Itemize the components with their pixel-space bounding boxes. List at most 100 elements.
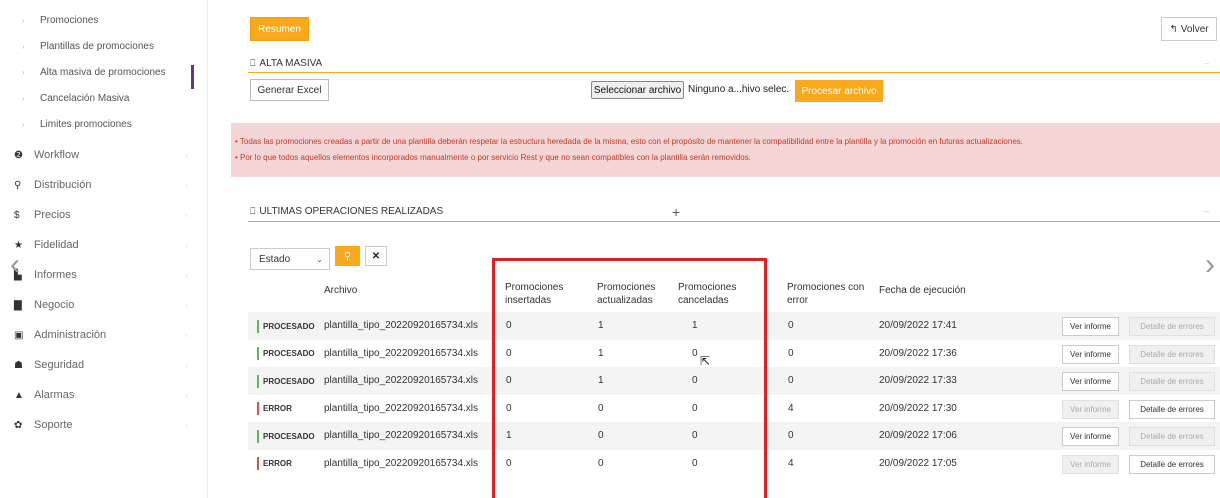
status-badge: ERROR	[257, 402, 292, 416]
sidebar-item-label: Workflow	[34, 149, 80, 161]
gear-icon: ✿	[14, 419, 23, 431]
chevron-left-icon: ‹	[185, 360, 188, 370]
chevron-right-icon: ›	[22, 15, 25, 25]
sidebar-item[interactable]: ▣ Administración ‹	[0, 320, 206, 350]
procesar-archivo-button[interactable]: Procesar archivo	[795, 80, 883, 102]
sidebar: › Promociones › Plantillas de promociones › A…	[0, 0, 208, 498]
search-button[interactable]: ⚲	[335, 246, 360, 266]
collapse-icon[interactable]: –	[1204, 58, 1209, 68]
sidebar-item[interactable]: ▲ Alarmas ‹	[0, 380, 206, 410]
status-label: PROCESADO	[263, 349, 315, 358]
cell-fecha: 20/09/2022 17:36	[879, 347, 957, 359]
ver-informe-button[interactable]: Ver informe	[1062, 427, 1119, 446]
collapse-icon[interactable]: –	[1204, 206, 1209, 216]
sidebar-item[interactable]: ⚲ Distribución ‹	[0, 170, 206, 200]
back-arrow-icon: ↰	[1169, 23, 1178, 35]
detalle-errores-button[interactable]: Detalle de errores	[1129, 372, 1215, 391]
sidebar-subitem[interactable]: › Plantillas de promociones	[0, 33, 206, 59]
operaciones-divider	[248, 221, 1220, 222]
cell-archivo: plantilla_tipo_20220920165734.xls	[324, 320, 479, 331]
sidebar-item-label: Precios	[34, 209, 71, 221]
detalle-errores-button[interactable]: Detalle de errores	[1129, 399, 1215, 419]
calendar-icon: ▣	[14, 329, 24, 341]
sidebar-item-label: Soporte	[34, 419, 73, 431]
cell-archivo: plantilla_tipo_20220920165734.xls	[324, 347, 479, 359]
sidebar-item[interactable]: ▙ Informes ‹	[0, 260, 206, 290]
question-circle-icon: ❷	[14, 149, 23, 161]
info-alert: • Todas las promociones creadas a partir…	[231, 123, 1220, 177]
next-arrow-icon[interactable]: ›	[1205, 248, 1215, 282]
volver-button[interactable]: ↰ Volver	[1161, 17, 1217, 41]
alta-masiva-title-text: ALTA MASIVA	[259, 58, 323, 69]
chevron-left-icon: ‹	[185, 240, 188, 250]
detalle-errores-button[interactable]: Detalle de errores	[1129, 454, 1215, 474]
ver-informe-button[interactable]: Ver informe	[1062, 344, 1119, 364]
sidebar-item-label: Seguridad	[34, 359, 85, 371]
chevron-down-icon: ⌄	[316, 254, 323, 264]
generar-excel-button[interactable]: Generar Excel	[250, 79, 329, 101]
cell-error: 0	[788, 320, 794, 331]
detalle-errores-button[interactable]: Detalle de errores	[1129, 427, 1215, 446]
detalle-errores-button[interactable]: Detalle de errores	[1129, 344, 1215, 364]
cell-archivo: plantilla_tipo_20220920165734.xls	[324, 375, 479, 386]
detalle-errores-button[interactable]: Detalle de errores	[1129, 317, 1215, 336]
sidebar-subitem[interactable]: › Cancelación Masiva	[0, 85, 206, 111]
sidebar-item-label: Alarmas	[34, 389, 75, 401]
cell-error: 4	[788, 457, 794, 469]
sidebar-subitem-label: Cancelación Masiva	[40, 92, 130, 104]
prev-arrow-icon[interactable]: ‹	[10, 248, 20, 282]
users-icon: ☗	[14, 359, 23, 371]
ver-informe-button[interactable]: Ver informe	[1062, 454, 1119, 474]
resumen-button[interactable]: Resumen	[250, 17, 309, 41]
cell-archivo: plantilla_tipo_20220920165734.xls	[324, 457, 479, 469]
chevron-right-icon: ›	[22, 93, 25, 103]
status-bar	[257, 429, 259, 443]
sidebar-item[interactable]: ☗ Seguridad ‹	[0, 350, 206, 380]
status-label: ERROR	[263, 459, 292, 468]
chevron-left-icon: ‹	[185, 300, 188, 310]
sidebar-item-label: Fidelidad	[34, 239, 79, 251]
alert-line: • Por lo que todos aquellos elementos in…	[235, 153, 751, 162]
cell-error: 0	[788, 430, 794, 441]
operaciones-title-text: ULTIMAS OPERACIONES REALIZADAS	[259, 206, 444, 217]
bell-icon: ▲	[14, 389, 24, 401]
chevron-left-icon: ‹	[185, 420, 188, 430]
estado-select-value: Estado	[259, 253, 291, 265]
alert-line: • Todas las promociones creadas a partir…	[235, 137, 1023, 146]
cell-fecha: 20/09/2022 17:30	[879, 402, 957, 414]
chevron-left-icon: ‹	[185, 210, 188, 220]
status-bar	[257, 347, 259, 360]
sidebar-subitem-label: Plantillas de promociones	[40, 40, 154, 52]
bookmark-icon: ⎕	[250, 206, 256, 216]
status-bar	[257, 319, 259, 333]
sidebar-subitem-label: Alta masiva de promociones	[40, 66, 166, 78]
sidebar-item[interactable]: ▇ Negocio ‹	[0, 290, 206, 320]
sidebar-subitem[interactable]: › Alta masiva de promociones	[0, 59, 206, 85]
sidebar-item[interactable]: ★ Fidelidad ‹	[0, 230, 206, 260]
sidebar-subitem[interactable]: › Promociones	[0, 7, 206, 33]
chevron-right-icon: ›	[22, 41, 25, 51]
highlight-annotation	[492, 258, 767, 498]
ver-informe-button[interactable]: Ver informe	[1062, 399, 1119, 419]
sidebar-subitem-label: Promociones	[40, 14, 99, 26]
sidebar-item[interactable]: $ Precios ‹	[0, 200, 206, 230]
alta-masiva-title: ⎕ ALTA MASIVA	[250, 58, 322, 69]
ver-informe-button[interactable]: Ver informe	[1062, 317, 1119, 336]
status-badge: PROCESADO	[257, 429, 315, 443]
cell-error: 4	[788, 402, 794, 414]
ver-informe-button[interactable]: Ver informe	[1062, 372, 1119, 391]
chevron-left-icon: ‹	[185, 390, 188, 400]
estado-select[interactable]: Estado ⌄	[250, 248, 330, 270]
chevron-left-icon: ‹	[185, 330, 188, 340]
status-bar	[257, 457, 259, 470]
crosshair-cursor-icon: +	[672, 204, 681, 220]
book-icon: ▇	[14, 299, 22, 311]
header-fecha: Fecha de ejecución	[879, 285, 966, 296]
status-label: PROCESADO	[263, 376, 315, 386]
sidebar-item[interactable]: ❷ Workflow ‹	[0, 140, 206, 170]
clear-filter-button[interactable]: ✕	[365, 246, 387, 266]
file-name-text: Ninguno a...hivo selec.	[688, 84, 790, 95]
select-file-button[interactable]: Seleccionar archivo	[591, 81, 684, 99]
sidebar-subitem[interactable]: › Limites promociones	[0, 111, 206, 137]
sidebar-item[interactable]: ✿ Soporte ‹	[0, 410, 206, 440]
